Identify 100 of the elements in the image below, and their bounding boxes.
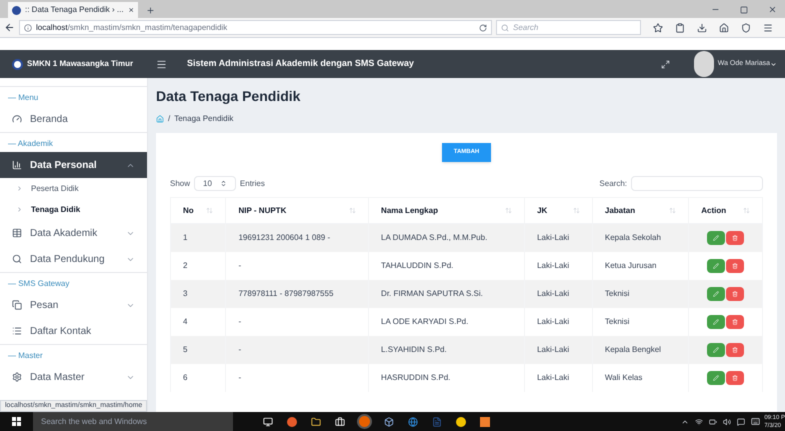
pencil-icon — [713, 318, 720, 324]
delete-button[interactable] — [726, 230, 744, 245]
edit-button[interactable] — [707, 314, 726, 328]
chevron-right-icon — [16, 185, 23, 192]
pencil-icon — [713, 346, 720, 352]
network-icon[interactable] — [695, 418, 704, 426]
notification-icon[interactable] — [737, 418, 746, 426]
fullscreen-icon[interactable] — [660, 60, 670, 68]
breadcrumb-separator: / — [168, 113, 170, 125]
close-window-icon[interactable] — [768, 5, 777, 14]
home-icon[interactable] — [719, 22, 729, 32]
edit-button[interactable] — [707, 342, 726, 356]
table-cell: - — [226, 364, 369, 392]
bookmark-star-icon[interactable] — [653, 22, 663, 32]
table-cell: Laki-Laki — [524, 364, 592, 392]
search-field[interactable] — [631, 176, 763, 191]
search-icon — [12, 254, 22, 264]
sidebar-item[interactable]: Pesan — [0, 292, 147, 318]
logo-icon — [12, 58, 23, 70]
column-header[interactable]: Nama Lengkap — [368, 198, 525, 224]
sidebar-item[interactable]: Daftar Kontak — [0, 318, 147, 344]
column-header[interactable]: NIP - NUPTK — [226, 198, 369, 224]
menu-icon[interactable] — [156, 58, 167, 70]
shield-icon[interactable] — [741, 22, 751, 32]
avatar-placeholder — [694, 51, 714, 77]
app-icon[interactable] — [384, 416, 394, 426]
sidebar-subitem[interactable]: Peserta Didik — [0, 178, 147, 199]
table-cell: Wali Kelas — [592, 364, 689, 392]
delete-button[interactable] — [726, 342, 744, 356]
windows-logo-icon[interactable] — [12, 417, 21, 426]
sidebar-item[interactable]: Data Pendukung — [0, 246, 147, 272]
trash-icon — [732, 374, 738, 380]
info-icon — [24, 24, 32, 32]
close-icon[interactable] — [128, 6, 134, 14]
app-icon[interactable] — [456, 416, 466, 426]
show-label: Show — [170, 178, 190, 190]
back-icon[interactable] — [4, 22, 15, 33]
url-host: localhost — [36, 22, 68, 32]
volume-icon[interactable] — [723, 418, 732, 426]
sort-icon — [572, 207, 580, 214]
keyboard-icon[interactable] — [751, 417, 760, 426]
edit-button[interactable] — [707, 370, 726, 384]
chevron-right-icon — [16, 206, 23, 213]
delete-button[interactable] — [726, 258, 744, 272]
reload-icon[interactable] — [479, 24, 487, 32]
address-field[interactable]: localhost/smkn_mastim/smkn_mastim/tenagapendidik — [19, 20, 492, 35]
sidebar-subitem[interactable]: Tenaga Didik — [0, 199, 147, 220]
delete-button[interactable] — [726, 370, 744, 384]
sort-icon — [505, 207, 512, 214]
sort-icon — [349, 207, 356, 214]
pencil-icon — [713, 290, 720, 296]
delete-button[interactable] — [726, 286, 744, 300]
edit-button[interactable] — [707, 230, 726, 245]
page-title: Data Tenaga Pendidik — [156, 87, 302, 106]
copy-icon — [12, 300, 22, 310]
gauge-icon — [12, 114, 22, 124]
breadcrumb-item[interactable]: Tenaga Pendidik — [174, 113, 234, 125]
entries-label: Entries — [240, 178, 265, 190]
taskbar-search-field[interactable]: Search the web and Windows — [33, 412, 233, 431]
task-view-icon[interactable] — [263, 416, 273, 426]
pencil-icon — [713, 374, 720, 380]
browser-tab[interactable]: :: Data Tenaga Pendidik › ... — [8, 2, 138, 18]
bar-chart-icon — [12, 160, 22, 170]
app-icon[interactable] — [480, 416, 490, 426]
app-icon[interactable] — [287, 416, 297, 426]
favicon-icon — [12, 6, 21, 14]
app-title: Sistem Administrasi Akademik dengan SMS Gateway — [187, 57, 415, 70]
sidebar-section-label: — Master — [0, 344, 147, 364]
sidebar-item[interactable]: Data Akademik — [0, 220, 147, 246]
sidebar-item[interactable]: Data Personal — [0, 152, 147, 178]
delete-button[interactable] — [726, 314, 744, 328]
pencil-icon — [713, 262, 720, 268]
edit-button[interactable] — [707, 258, 726, 272]
new-tab-icon[interactable] — [146, 6, 155, 15]
table-cell: 6 — [170, 364, 226, 392]
download-icon[interactable] — [697, 22, 707, 32]
battery-icon[interactable] — [709, 418, 718, 426]
sidebar-item[interactable]: Beranda — [0, 106, 147, 132]
menu-icon[interactable] — [763, 22, 773, 32]
url-path: /smkn_mastim/smkn_mastim/tenagapendidik — [68, 22, 228, 34]
pencil-icon — [713, 234, 720, 241]
folder-icon[interactable] — [311, 416, 321, 426]
sort-icon — [206, 207, 214, 214]
sidebar-item[interactable]: Data Master — [0, 364, 147, 390]
trash-icon — [732, 262, 738, 268]
column-header[interactable]: No — [170, 198, 226, 224]
column-header[interactable]: Jabatan — [592, 198, 689, 224]
edit-button[interactable] — [707, 286, 726, 300]
trash-icon — [732, 318, 738, 324]
sidebar-section-label: — SMS Gateway — [0, 272, 147, 292]
select-arrows-icon — [220, 180, 227, 187]
caret-icon — [770, 60, 777, 68]
trash-icon — [732, 234, 738, 241]
restore-icon[interactable] — [740, 6, 748, 14]
list-icon — [12, 326, 22, 336]
sidebar-section-label: — Menu — [0, 86, 147, 106]
table-cell: HASRUDDIN S.Pd. — [368, 364, 525, 392]
clipboard-icon[interactable] — [675, 22, 685, 32]
page-size-select[interactable]: 10 — [194, 176, 236, 191]
search-icon — [501, 24, 509, 32]
